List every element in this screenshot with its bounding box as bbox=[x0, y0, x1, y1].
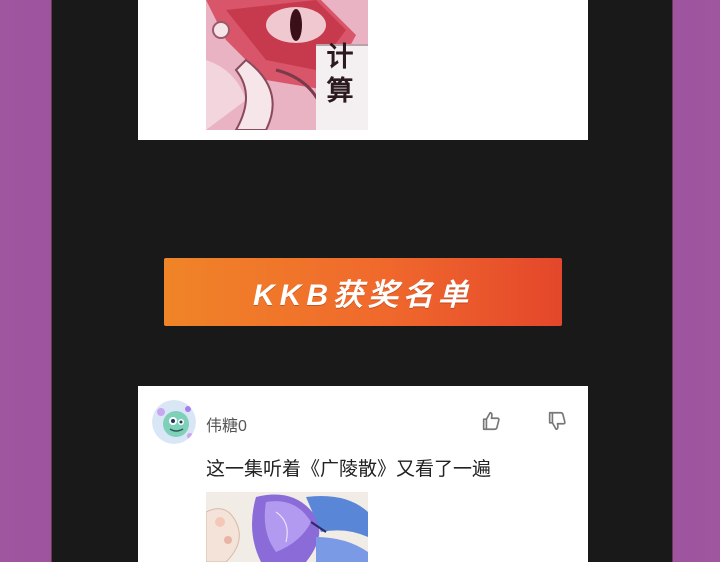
award-list-banner[interactable]: KKB获奖名单 bbox=[164, 258, 562, 326]
feed-panel: 计算 KKB获奖名单 伟糖0 这一集听着《广陵散》又看了一遍 bbox=[51, 0, 673, 562]
avatar[interactable] bbox=[152, 400, 196, 444]
thumbs-up-icon[interactable] bbox=[480, 410, 502, 432]
post-card[interactable]: 计算 bbox=[138, 0, 588, 140]
comment-card: 伟糖0 这一集听着《广陵散》又看了一遍 bbox=[138, 386, 588, 562]
comment-username[interactable]: 伟糖0 bbox=[206, 412, 247, 436]
comment-image[interactable] bbox=[206, 492, 368, 562]
comment-text: 这一集听着《广陵散》又看了一遍 bbox=[206, 459, 492, 480]
banner-title: KKB获奖名单 bbox=[253, 279, 473, 312]
manga-image[interactable]: 计算 bbox=[206, 0, 368, 130]
thumbs-down-icon[interactable] bbox=[546, 410, 568, 432]
image-caption: 计算 bbox=[326, 42, 354, 106]
